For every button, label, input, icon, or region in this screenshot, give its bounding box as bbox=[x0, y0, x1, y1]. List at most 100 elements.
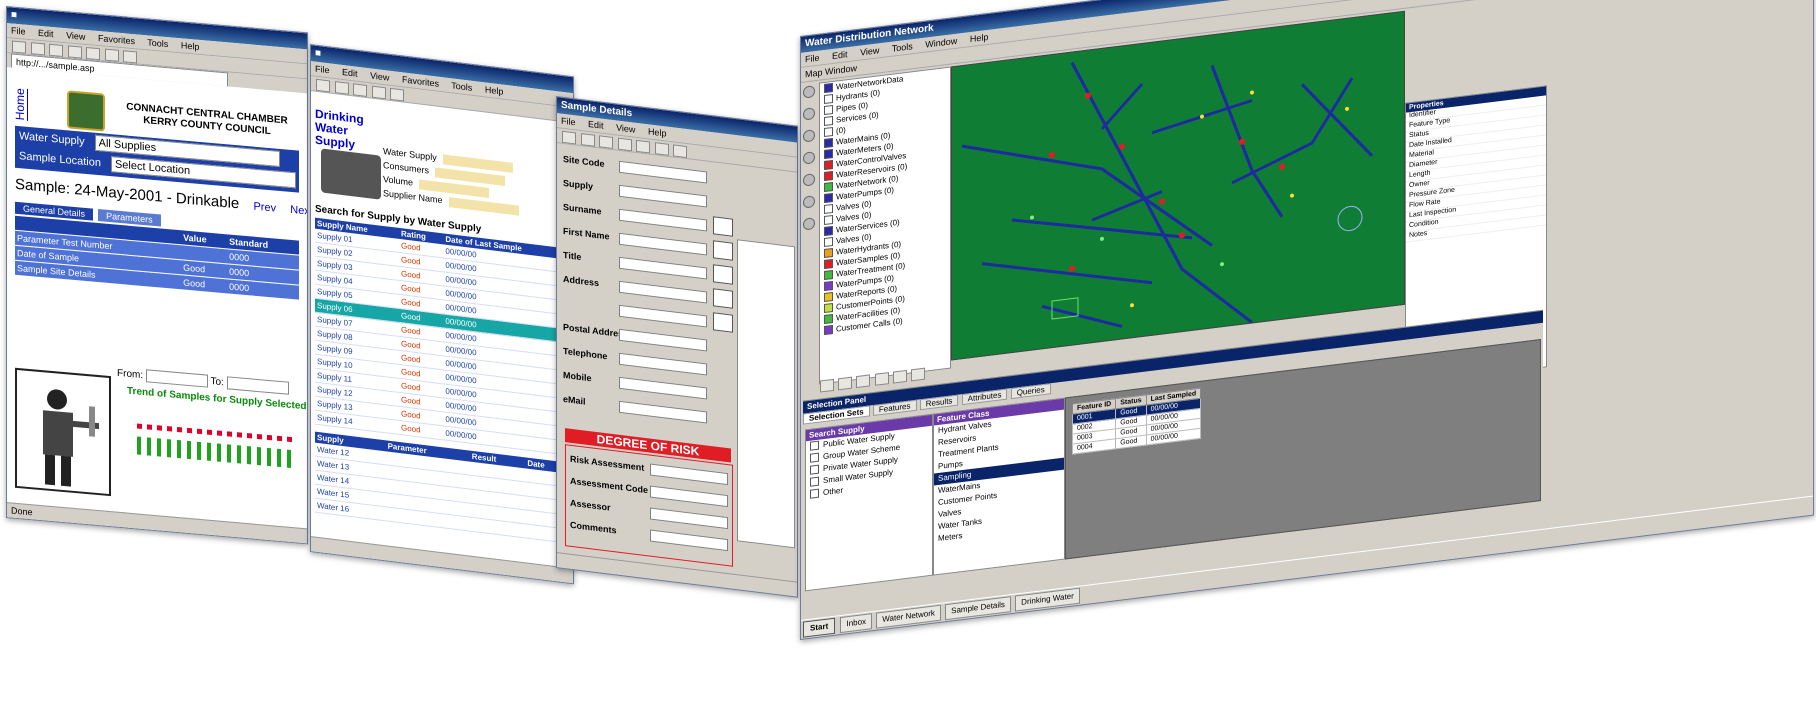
home-icon[interactable] bbox=[371, 85, 386, 100]
next-record-icon[interactable] bbox=[617, 137, 632, 152]
first-icon[interactable] bbox=[820, 378, 834, 393]
field-label: Title bbox=[563, 249, 582, 263]
field-input[interactable] bbox=[619, 376, 707, 400]
field-input[interactable] bbox=[619, 232, 707, 256]
risk-field-label: Assessment Code bbox=[570, 475, 649, 496]
pan-icon[interactable] bbox=[803, 129, 815, 143]
search-icon[interactable] bbox=[104, 48, 119, 62]
filter-icon[interactable] bbox=[654, 142, 669, 156]
forward-icon[interactable] bbox=[334, 81, 349, 95]
risk-field-input[interactable] bbox=[650, 529, 728, 552]
find-icon[interactable] bbox=[636, 139, 651, 154]
last-icon[interactable] bbox=[874, 372, 889, 386]
zoom-in-icon[interactable] bbox=[803, 85, 815, 99]
home-icon[interactable] bbox=[86, 47, 101, 61]
back-icon[interactable] bbox=[316, 78, 330, 93]
status-bar bbox=[311, 536, 573, 584]
field-input[interactable] bbox=[619, 160, 707, 184]
field-input[interactable] bbox=[619, 352, 707, 376]
field-input[interactable] bbox=[619, 280, 707, 304]
menu-help[interactable]: Help bbox=[181, 40, 200, 52]
select-icon[interactable] bbox=[803, 151, 815, 165]
sample-location-label: Sample Location bbox=[19, 150, 101, 170]
checkbox[interactable] bbox=[810, 453, 819, 464]
checkbox[interactable] bbox=[810, 441, 819, 452]
task-water-network[interactable]: Water Network bbox=[876, 604, 941, 629]
menu-view[interactable]: View bbox=[370, 70, 389, 82]
checkbox[interactable] bbox=[810, 477, 819, 488]
back-icon[interactable] bbox=[12, 40, 26, 54]
menu-help[interactable]: Help bbox=[648, 126, 667, 138]
network-map[interactable] bbox=[951, 10, 1405, 361]
risk-field-input[interactable] bbox=[650, 463, 728, 486]
save-icon[interactable] bbox=[562, 130, 576, 145]
menu-edit[interactable]: Edit bbox=[588, 119, 604, 131]
favorites-icon[interactable] bbox=[123, 50, 138, 64]
layer-swatch-icon bbox=[824, 160, 833, 171]
task-drinking-water[interactable]: Drinking Water bbox=[1015, 587, 1080, 612]
menu-edit[interactable]: Edit bbox=[38, 28, 54, 39]
field-input[interactable] bbox=[619, 256, 707, 280]
zoom-extent-icon[interactable] bbox=[892, 369, 907, 384]
menu-file[interactable]: File bbox=[315, 64, 330, 76]
prev-link[interactable]: Prev bbox=[253, 201, 276, 215]
checkbox[interactable] bbox=[810, 465, 819, 476]
refresh-icon[interactable] bbox=[67, 45, 82, 59]
delete-icon[interactable] bbox=[673, 144, 688, 159]
zoom-out-icon[interactable] bbox=[803, 107, 815, 121]
menu-view[interactable]: View bbox=[860, 45, 879, 57]
refresh-icon[interactable] bbox=[803, 217, 815, 231]
cross-icon[interactable] bbox=[713, 288, 733, 309]
menu-view[interactable]: View bbox=[66, 30, 85, 42]
layer-swatch-icon bbox=[824, 314, 833, 325]
risk-field-input[interactable] bbox=[650, 507, 728, 530]
print-icon[interactable] bbox=[580, 133, 595, 147]
truck-icon[interactable] bbox=[713, 264, 733, 285]
menu-help[interactable]: Help bbox=[485, 84, 504, 96]
home-link[interactable]: Home bbox=[13, 88, 27, 121]
next-link[interactable]: Next bbox=[290, 204, 308, 218]
car-icon[interactable] bbox=[713, 240, 733, 261]
task-inbox[interactable]: Inbox bbox=[840, 613, 873, 634]
menu-tools[interactable]: Tools bbox=[147, 37, 168, 49]
menu-tools[interactable]: Tools bbox=[451, 80, 472, 93]
from-date-input[interactable] bbox=[145, 369, 208, 388]
menu-file[interactable]: File bbox=[561, 116, 576, 128]
menu-favorites[interactable]: Favorites bbox=[402, 74, 439, 89]
treatment-plant-image bbox=[321, 148, 381, 200]
prev-icon[interactable] bbox=[838, 376, 853, 391]
menu-view[interactable]: View bbox=[616, 122, 635, 134]
menu-file[interactable]: File bbox=[11, 25, 26, 36]
menu-help[interactable]: Help bbox=[970, 32, 989, 44]
field-input[interactable] bbox=[619, 328, 707, 352]
menu-window[interactable]: Window bbox=[925, 36, 957, 50]
zoom-layer-icon[interactable] bbox=[911, 367, 926, 382]
menu-tools[interactable]: Tools bbox=[892, 41, 913, 54]
measure-icon[interactable] bbox=[803, 195, 815, 209]
menu-favorites[interactable]: Favorites bbox=[98, 33, 135, 46]
stop-icon[interactable] bbox=[49, 43, 64, 57]
forward-icon[interactable] bbox=[30, 42, 45, 56]
menu-edit[interactable]: Edit bbox=[832, 49, 848, 61]
field-input[interactable] bbox=[619, 184, 707, 208]
menu-edit[interactable]: Edit bbox=[342, 67, 358, 79]
to-date-input[interactable] bbox=[226, 376, 289, 395]
start-button[interactable]: Start bbox=[803, 617, 836, 638]
checkbox[interactable] bbox=[810, 489, 819, 500]
field-label: First Name bbox=[563, 225, 610, 242]
map-icon[interactable] bbox=[713, 216, 733, 237]
field-input[interactable] bbox=[619, 400, 707, 424]
field-input[interactable] bbox=[619, 208, 707, 232]
next-icon[interactable] bbox=[856, 374, 871, 389]
layer-swatch-icon bbox=[824, 105, 833, 116]
task-sample-details[interactable]: Sample Details bbox=[945, 596, 1011, 621]
refresh-icon[interactable] bbox=[353, 83, 368, 98]
field-input[interactable] bbox=[619, 304, 707, 328]
print-icon[interactable] bbox=[390, 87, 405, 102]
first-record-icon[interactable] bbox=[599, 135, 614, 150]
menu-file[interactable]: File bbox=[805, 53, 820, 65]
sketch-canvas[interactable] bbox=[737, 239, 795, 549]
identify-icon[interactable] bbox=[803, 173, 815, 187]
risk-field-input[interactable] bbox=[650, 485, 728, 508]
tool-icon[interactable] bbox=[713, 312, 733, 333]
